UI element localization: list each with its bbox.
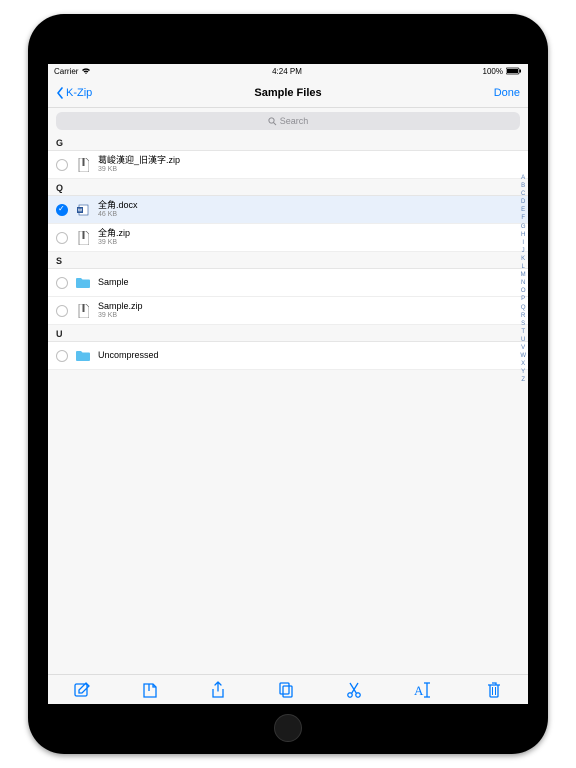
share-button[interactable] <box>209 681 227 699</box>
file-name: Sample <box>98 278 129 288</box>
file-size: 46 KB <box>98 211 138 219</box>
file-name: 全角.docx <box>98 201 138 211</box>
battery-icon <box>506 67 522 75</box>
select-radio[interactable] <box>56 305 68 317</box>
index-letter[interactable]: V <box>521 344 525 352</box>
select-radio[interactable] <box>56 159 68 171</box>
index-letter[interactable]: I <box>522 239 524 247</box>
file-size: 39 KB <box>98 239 130 247</box>
search-input[interactable]: Search <box>56 112 520 130</box>
list-item[interactable]: W 全角.docx 46 KB <box>48 196 528 224</box>
file-name: 葛󠄀峻漢迎_旧漢字.zip <box>98 156 180 166</box>
ipad-device-frame: Carrier 4:24 PM 100% K-Zip Sample Files … <box>28 14 548 754</box>
list-item[interactable]: Sample.zip 39 KB <box>48 297 528 325</box>
index-letter[interactable]: T <box>521 328 525 336</box>
index-letter[interactable]: O <box>521 287 526 295</box>
folder-icon <box>76 277 90 288</box>
select-radio[interactable] <box>56 204 68 216</box>
select-radio[interactable] <box>56 350 68 362</box>
section-index[interactable]: ABCDEFGHIJKLMNOPQRSTUVWXYZ <box>520 174 526 384</box>
index-letter[interactable]: E <box>521 206 525 214</box>
home-button[interactable] <box>274 714 302 742</box>
index-letter[interactable]: B <box>521 182 525 190</box>
index-letter[interactable]: Q <box>521 304 526 312</box>
file-size: 39 KB <box>98 312 143 320</box>
trash-button[interactable] <box>485 681 503 699</box>
index-letter[interactable]: L <box>521 263 524 271</box>
bottom-toolbar: A <box>48 674 528 704</box>
index-letter[interactable]: H <box>521 231 525 239</box>
section-header-s: S <box>48 252 528 269</box>
list-item[interactable]: Uncompressed <box>48 342 528 370</box>
index-letter[interactable]: Y <box>521 368 525 376</box>
svg-text:A: A <box>414 683 424 698</box>
index-letter[interactable]: S <box>521 320 525 328</box>
file-size: 39 KB <box>98 166 180 174</box>
compose-button[interactable] <box>73 681 91 699</box>
docx-icon: W <box>76 204 90 216</box>
list-item[interactable]: 葛󠄀峻漢迎_旧漢字.zip 39 KB <box>48 151 528 179</box>
select-radio[interactable] <box>56 277 68 289</box>
back-button[interactable]: K-Zip <box>56 87 92 99</box>
index-letter[interactable]: D <box>521 198 525 206</box>
rename-button[interactable]: A <box>413 681 435 699</box>
list-item[interactable]: 全角.zip 39 KB <box>48 224 528 252</box>
index-letter[interactable]: C <box>521 190 525 198</box>
status-bar: Carrier 4:24 PM 100% <box>48 64 528 78</box>
index-letter[interactable]: X <box>521 360 525 368</box>
file-name: 全角.zip <box>98 229 130 239</box>
index-letter[interactable]: F <box>521 214 525 222</box>
index-letter[interactable]: Z <box>521 376 525 384</box>
index-letter[interactable]: A <box>521 174 525 182</box>
section-header-u: U <box>48 325 528 342</box>
search-icon <box>268 117 277 126</box>
index-letter[interactable]: M <box>521 271 526 279</box>
navigation-bar: K-Zip Sample Files Done <box>48 78 528 108</box>
search-placeholder: Search <box>280 116 309 126</box>
select-radio[interactable] <box>56 232 68 244</box>
section-header-g: G <box>48 134 528 151</box>
index-letter[interactable]: W <box>520 352 526 360</box>
index-letter[interactable]: N <box>521 279 525 287</box>
carrier-label: Carrier <box>54 67 78 76</box>
file-name: Uncompressed <box>98 351 159 361</box>
zip-icon <box>76 158 90 172</box>
zip-icon <box>76 231 90 245</box>
wifi-icon <box>81 67 91 75</box>
copy-button[interactable] <box>277 681 295 699</box>
page-title: Sample Files <box>254 87 321 99</box>
index-letter[interactable]: P <box>521 295 525 303</box>
cut-button[interactable] <box>345 681 363 699</box>
file-name: Sample.zip <box>98 302 143 312</box>
index-letter[interactable]: G <box>521 223 526 231</box>
zip-icon <box>76 304 90 318</box>
battery-percent: 100% <box>483 67 503 76</box>
back-label: K-Zip <box>66 87 92 99</box>
index-letter[interactable]: K <box>521 255 525 263</box>
done-button[interactable]: Done <box>494 87 520 99</box>
file-list: G 葛󠄀峻漢迎_旧漢字.zip 39 KB Q W 全角.docx <box>48 134 528 370</box>
list-item[interactable]: Sample <box>48 269 528 297</box>
archive-button[interactable] <box>141 681 159 699</box>
section-header-q: Q <box>48 179 528 196</box>
index-letter[interactable]: U <box>521 336 525 344</box>
index-letter[interactable]: R <box>521 312 525 320</box>
index-letter[interactable]: J <box>522 247 525 255</box>
screen: Carrier 4:24 PM 100% K-Zip Sample Files … <box>48 64 528 704</box>
folder-icon <box>76 350 90 361</box>
clock: 4:24 PM <box>272 67 302 76</box>
